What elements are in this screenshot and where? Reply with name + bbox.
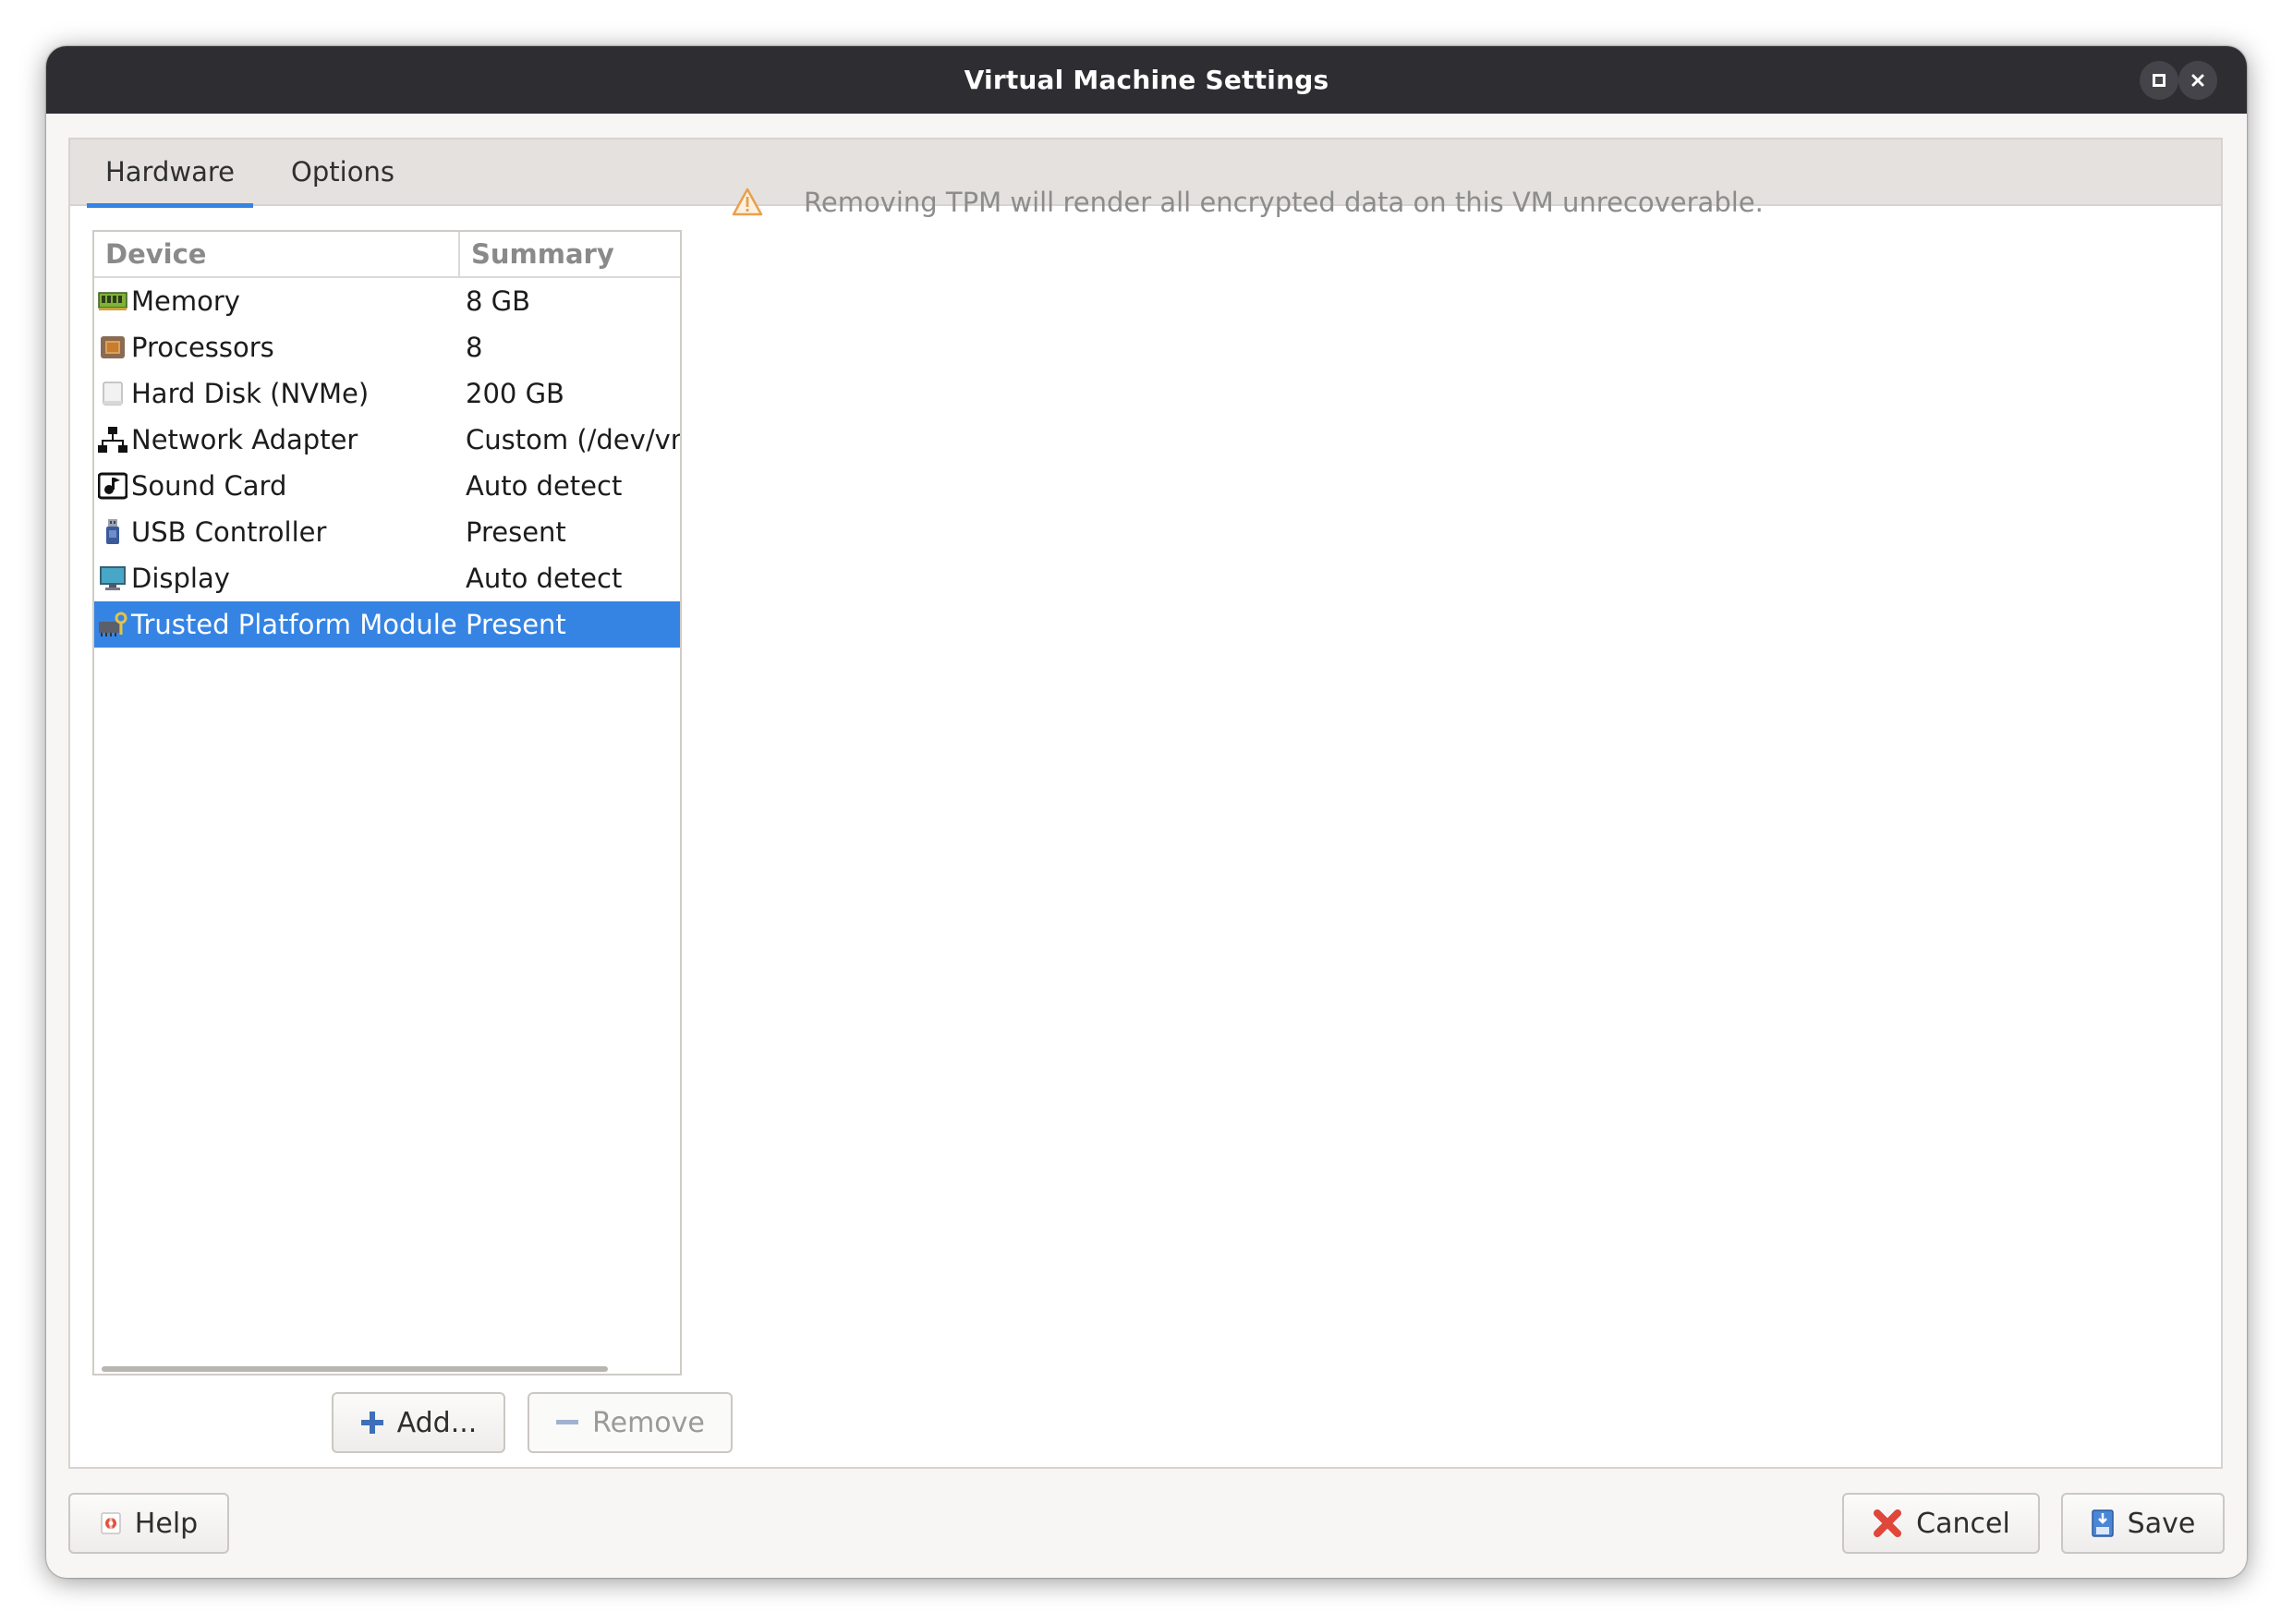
- plus-icon: [360, 1412, 383, 1434]
- device-row-hard-disk[interactable]: Hard Disk (NVMe) 200 GB: [94, 370, 680, 417]
- sound-card-icon: [98, 472, 127, 500]
- tab-hardware[interactable]: Hardware: [87, 139, 253, 208]
- close-button[interactable]: [2178, 61, 2217, 100]
- help-button[interactable]: Help: [68, 1493, 229, 1554]
- device-list[interactable]: Device Summary Memory 8 GB Processors 8 …: [92, 230, 682, 1376]
- column-header-summary[interactable]: Summary: [458, 232, 680, 276]
- maximize-icon: [2153, 74, 2166, 87]
- device-name: Processors: [131, 332, 274, 363]
- help-button-label: Help: [134, 1507, 199, 1540]
- close-icon: [2191, 74, 2204, 87]
- remove-device-button[interactable]: Remove: [528, 1392, 733, 1453]
- save-button[interactable]: Save: [2061, 1493, 2225, 1554]
- device-summary: Auto detect: [466, 563, 623, 594]
- device-summary: Present: [466, 516, 566, 548]
- device-row-display[interactable]: Display Auto detect: [94, 555, 680, 601]
- device-summary: 8: [466, 332, 483, 363]
- device-summary: Present: [466, 609, 566, 640]
- warning-icon: [732, 188, 763, 216]
- tab-options[interactable]: Options: [264, 139, 421, 206]
- processor-icon: [101, 336, 125, 358]
- help-icon: [101, 1512, 121, 1534]
- column-header-device[interactable]: Device: [94, 232, 458, 276]
- cancel-button[interactable]: Cancel: [1842, 1493, 2040, 1554]
- remove-button-label: Remove: [592, 1406, 705, 1439]
- settings-window: Virtual Machine Settings Hardware Option…: [46, 46, 2247, 1578]
- device-name: Sound Card: [131, 470, 287, 502]
- device-row-usb-controller[interactable]: USB Controller Present: [94, 509, 680, 555]
- device-row-trusted-platform-module[interactable]: Trusted Platform Module Present: [94, 601, 680, 648]
- maximize-button[interactable]: [2140, 61, 2178, 100]
- device-row-network-adapter[interactable]: Network Adapter Custom (/dev/vm: [94, 417, 680, 463]
- display-icon: [100, 566, 126, 590]
- usb-icon: [106, 519, 119, 544]
- device-name: USB Controller: [131, 516, 327, 548]
- hard-disk-icon: [103, 382, 123, 406]
- minus-icon: [556, 1420, 579, 1424]
- device-summary: Custom (/dev/vm: [466, 424, 682, 455]
- add-button-label: Add...: [396, 1406, 478, 1439]
- settings-panel: Hardware Options Device Summary Memory 8…: [68, 138, 2223, 1469]
- window-title: Virtual Machine Settings: [964, 65, 1329, 95]
- cancel-icon: [1874, 1509, 1902, 1537]
- tpm-icon: [99, 612, 127, 636]
- add-device-button[interactable]: Add...: [332, 1392, 505, 1453]
- network-icon: [98, 427, 127, 453]
- save-button-label: Save: [2127, 1507, 2196, 1540]
- device-name: Hard Disk (NVMe): [131, 378, 370, 409]
- memory-icon: [98, 292, 127, 310]
- device-name: Display: [131, 563, 230, 594]
- title-bar: Virtual Machine Settings: [46, 46, 2247, 114]
- device-list-header: Device Summary: [94, 232, 680, 278]
- save-icon: [2091, 1509, 2114, 1537]
- device-summary: Auto detect: [466, 470, 623, 502]
- device-name: Trusted Platform Module: [131, 609, 457, 640]
- device-row-memory[interactable]: Memory 8 GB: [94, 278, 680, 324]
- tpm-warning-text: Removing TPM will render all encrypted d…: [804, 187, 1764, 218]
- device-row-sound-card[interactable]: Sound Card Auto detect: [94, 463, 680, 509]
- device-summary: 8 GB: [466, 285, 531, 317]
- device-name: Memory: [131, 285, 240, 317]
- device-row-processors[interactable]: Processors 8: [94, 324, 680, 370]
- device-name: Network Adapter: [131, 424, 358, 455]
- cancel-button-label: Cancel: [1916, 1507, 2010, 1540]
- horizontal-scrollbar[interactable]: [102, 1366, 608, 1372]
- device-summary: 200 GB: [466, 378, 564, 409]
